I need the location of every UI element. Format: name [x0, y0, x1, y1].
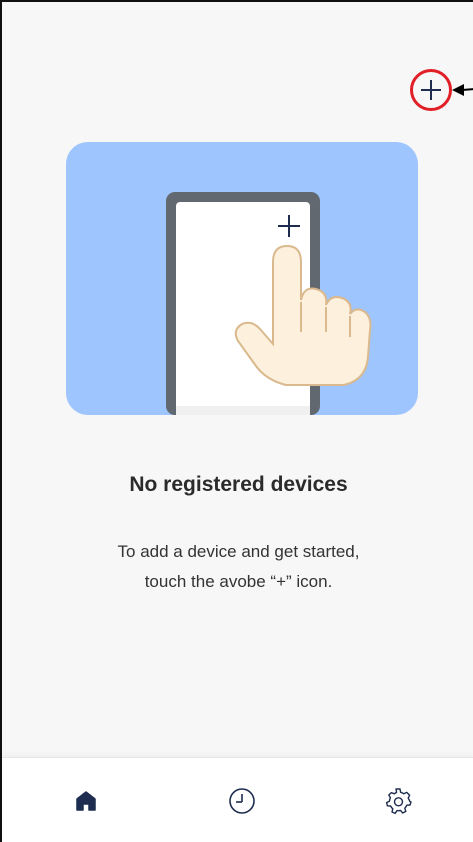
nav-history[interactable]	[224, 783, 260, 819]
empty-state-description: To add a device and get started, touch t…	[2, 537, 473, 597]
callout-arrow-icon	[452, 84, 473, 96]
gear-icon	[385, 788, 412, 815]
empty-state-illustration	[66, 142, 418, 415]
empty-state-title: No registered devices	[129, 473, 348, 496]
home-icon	[76, 791, 96, 811]
clock-icon	[229, 788, 255, 814]
plus-icon	[421, 80, 441, 100]
add-device-button[interactable]	[410, 69, 452, 111]
nav-settings[interactable]	[380, 783, 416, 819]
empty-state-description-line-2: touch the avobe “+” icon.	[144, 572, 333, 591]
bottom-navigation-bar	[2, 757, 473, 842]
empty-state-description-line-1: To add a device and get started,	[117, 542, 360, 561]
nav-home[interactable]	[68, 783, 104, 819]
screen: No registered devices To add a device an…	[0, 0, 473, 842]
